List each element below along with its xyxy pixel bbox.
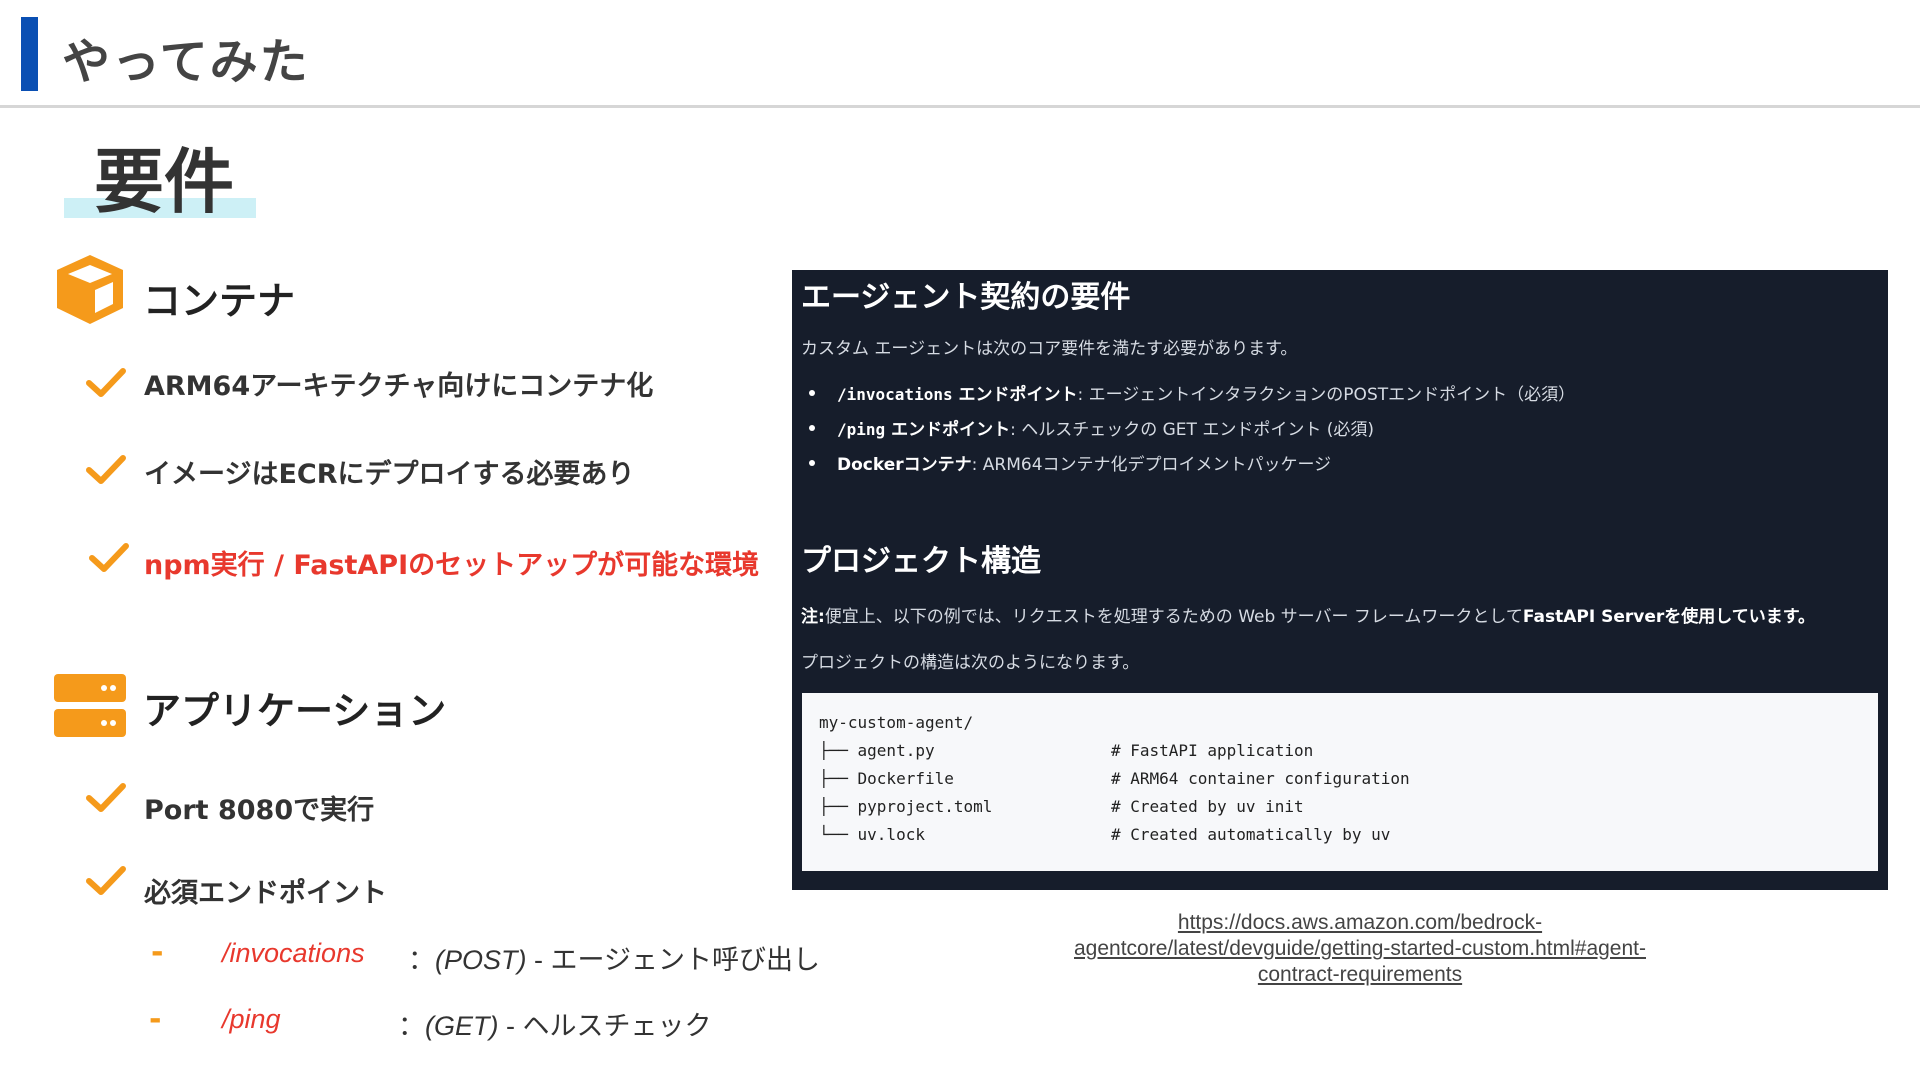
section-title: 要件 bbox=[94, 141, 234, 223]
checkmark-icon bbox=[86, 866, 126, 895]
source-link-line[interactable]: agentcore/latest/devguide/getting-starte… bbox=[1010, 936, 1710, 962]
docs-intro: カスタム エージェントは次のコア要件を満たす必要があります。 bbox=[801, 339, 1298, 359]
application-item-port: Port 8080で実行 bbox=[144, 795, 375, 826]
checkmark-icon bbox=[86, 455, 126, 484]
container-item-ecr: イメージはECRにデプロイする必要あり bbox=[144, 459, 635, 490]
code-comment: # ARM64 container configuration bbox=[1111, 769, 1410, 788]
code-comment: # Created by uv init bbox=[1111, 797, 1304, 816]
docs-heading-contract: エージェント契約の要件 bbox=[801, 280, 1131, 315]
code-line: my-custom-agent/ bbox=[819, 713, 974, 732]
docs-note: 注:便宜上、以下の例では、リクエストを処理するための Web サーバー フレーム… bbox=[801, 607, 1816, 627]
header-divider bbox=[0, 105, 1920, 108]
slide-title: やってみた bbox=[62, 34, 310, 90]
source-link-line[interactable]: contract-requirements bbox=[1010, 962, 1710, 988]
code-line: └── uv.lock bbox=[819, 825, 925, 844]
code-block: my-custom-agent/ ├── agent.py # FastAPI … bbox=[802, 693, 1878, 871]
checkmark-icon bbox=[86, 783, 126, 812]
container-item-environment: npm実行 / FastAPIのセットアップが可能な環境 bbox=[144, 550, 760, 581]
source-link-line[interactable]: https://docs.aws.amazon.com/bedrock- bbox=[1010, 910, 1710, 936]
endpoint-dash: - bbox=[151, 935, 164, 970]
code-line: ├── agent.py bbox=[819, 741, 935, 760]
endpoint-invocations-name: /invocations bbox=[222, 938, 365, 968]
box-icon bbox=[57, 255, 123, 324]
endpoint-invocations-desc: ：(POST) - エージェント呼び出し bbox=[408, 945, 820, 975]
container-heading: コンテナ bbox=[143, 279, 296, 323]
checkmark-icon bbox=[86, 368, 126, 397]
docs-structure-intro: プロジェクトの構造は次のようになります。 bbox=[801, 653, 1140, 673]
docs-bullet-ping: /ping エンドポイント: ヘルスチェックの GET エンドポイント (必須) bbox=[809, 415, 1374, 440]
docs-screenshot: エージェント契約の要件 カスタム エージェントは次のコア要件を満たす必要がありま… bbox=[792, 270, 1888, 890]
source-link[interactable]: https://docs.aws.amazon.com/bedrock- age… bbox=[1010, 910, 1710, 988]
docs-bullet-invocations: /invocations エンドポイント: エージェントインタラクションのPOS… bbox=[809, 380, 1575, 405]
code-comment: # FastAPI application bbox=[1111, 741, 1314, 760]
code-comment: # Created automatically by uv bbox=[1111, 825, 1391, 844]
application-heading: アプリケーション bbox=[143, 689, 447, 733]
docs-bullet-docker: Dockerコンテナ: ARM64コンテナ化デプロイメントパッケージ bbox=[809, 450, 1331, 475]
server-icon bbox=[54, 674, 126, 737]
container-item-arm64: ARM64アーキテクチャ向けにコンテナ化 bbox=[144, 371, 654, 402]
endpoint-ping-desc: ：(GET) - ヘルスチェック bbox=[398, 1011, 712, 1041]
endpoint-dash: - bbox=[149, 1002, 162, 1037]
docs-heading-structure: プロジェクト構造 bbox=[801, 544, 1041, 579]
endpoint-ping-name: /ping bbox=[222, 1004, 281, 1034]
code-line: ├── pyproject.toml bbox=[819, 797, 993, 816]
header-accent-bar bbox=[21, 17, 38, 91]
code-line: ├── Dockerfile bbox=[819, 769, 954, 788]
checkmark-icon bbox=[89, 543, 129, 572]
application-item-endpoints: 必須エンドポイント bbox=[144, 878, 387, 909]
